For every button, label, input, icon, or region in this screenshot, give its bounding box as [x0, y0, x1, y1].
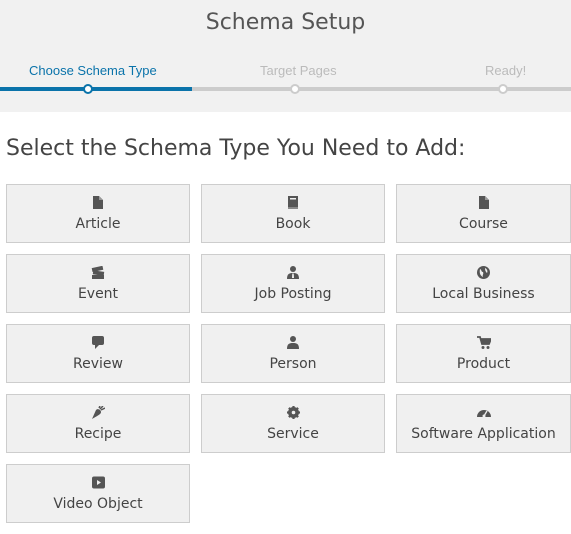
globe-icon [397, 265, 570, 279]
schema-card-label: Event [77, 286, 119, 302]
schema-card-label: Service [267, 426, 319, 442]
step-ready[interactable]: Ready! [485, 63, 526, 78]
schema-card-local-business[interactable]: Local Business [396, 254, 571, 313]
cart-icon [397, 335, 570, 349]
video-icon [7, 475, 189, 489]
schema-card-label: Software Application [411, 426, 556, 442]
schema-card-label: Person [269, 356, 317, 372]
schema-card-label: Job Posting [254, 286, 332, 302]
section-heading: Select the Schema Type You Need to Add: [6, 136, 466, 161]
page-title: Schema Setup [205, 10, 366, 35]
schema-card-software-application[interactable]: Software Application [396, 394, 571, 453]
step-target-pages[interactable]: Target Pages [260, 63, 337, 78]
schema-card-label: Recipe [74, 426, 122, 442]
comment-icon [7, 335, 189, 349]
carrot-icon [7, 405, 189, 419]
schema-card-recipe[interactable]: Recipe [6, 394, 190, 453]
schema-card-label: Book [275, 216, 311, 232]
schema-card-event[interactable]: Event [6, 254, 190, 313]
schema-card-service[interactable]: Service [201, 394, 385, 453]
setup-header: Schema Setup Choose Schema Type Target P… [0, 0, 571, 112]
schema-card-label: Article [75, 216, 121, 232]
book-icon [202, 195, 384, 209]
schema-card-job-posting[interactable]: Job Posting [201, 254, 385, 313]
step-marker-choose-schema-type [83, 84, 93, 94]
step-choose-schema-type[interactable]: Choose Schema Type [29, 63, 157, 78]
gear-icon [202, 405, 384, 419]
schema-card-review[interactable]: Review [6, 324, 190, 383]
progress-track-remaining [192, 87, 571, 91]
schema-card-video-object[interactable]: Video Object [6, 464, 190, 523]
user-icon [202, 335, 384, 349]
schema-card-label: Product [456, 356, 511, 372]
dashboard-icon [397, 405, 570, 419]
user-tie-icon [202, 265, 384, 279]
progress-track-completed [0, 87, 192, 91]
schema-card-article[interactable]: Article [6, 184, 190, 243]
schema-card-person[interactable]: Person [201, 324, 385, 383]
schema-card-course[interactable]: Course [396, 184, 571, 243]
file-icon [7, 195, 189, 209]
step-marker-target-pages [290, 84, 300, 94]
schema-card-label: Review [73, 356, 123, 372]
step-marker-ready [498, 84, 508, 94]
tickets-icon [7, 265, 189, 279]
schema-card-product[interactable]: Product [396, 324, 571, 383]
schema-card-book[interactable]: Book [201, 184, 385, 243]
schema-card-label: Local Business [432, 286, 535, 302]
file-icon [397, 195, 570, 209]
schema-card-label: Course [459, 216, 508, 232]
schema-card-label: Video Object [53, 496, 143, 512]
